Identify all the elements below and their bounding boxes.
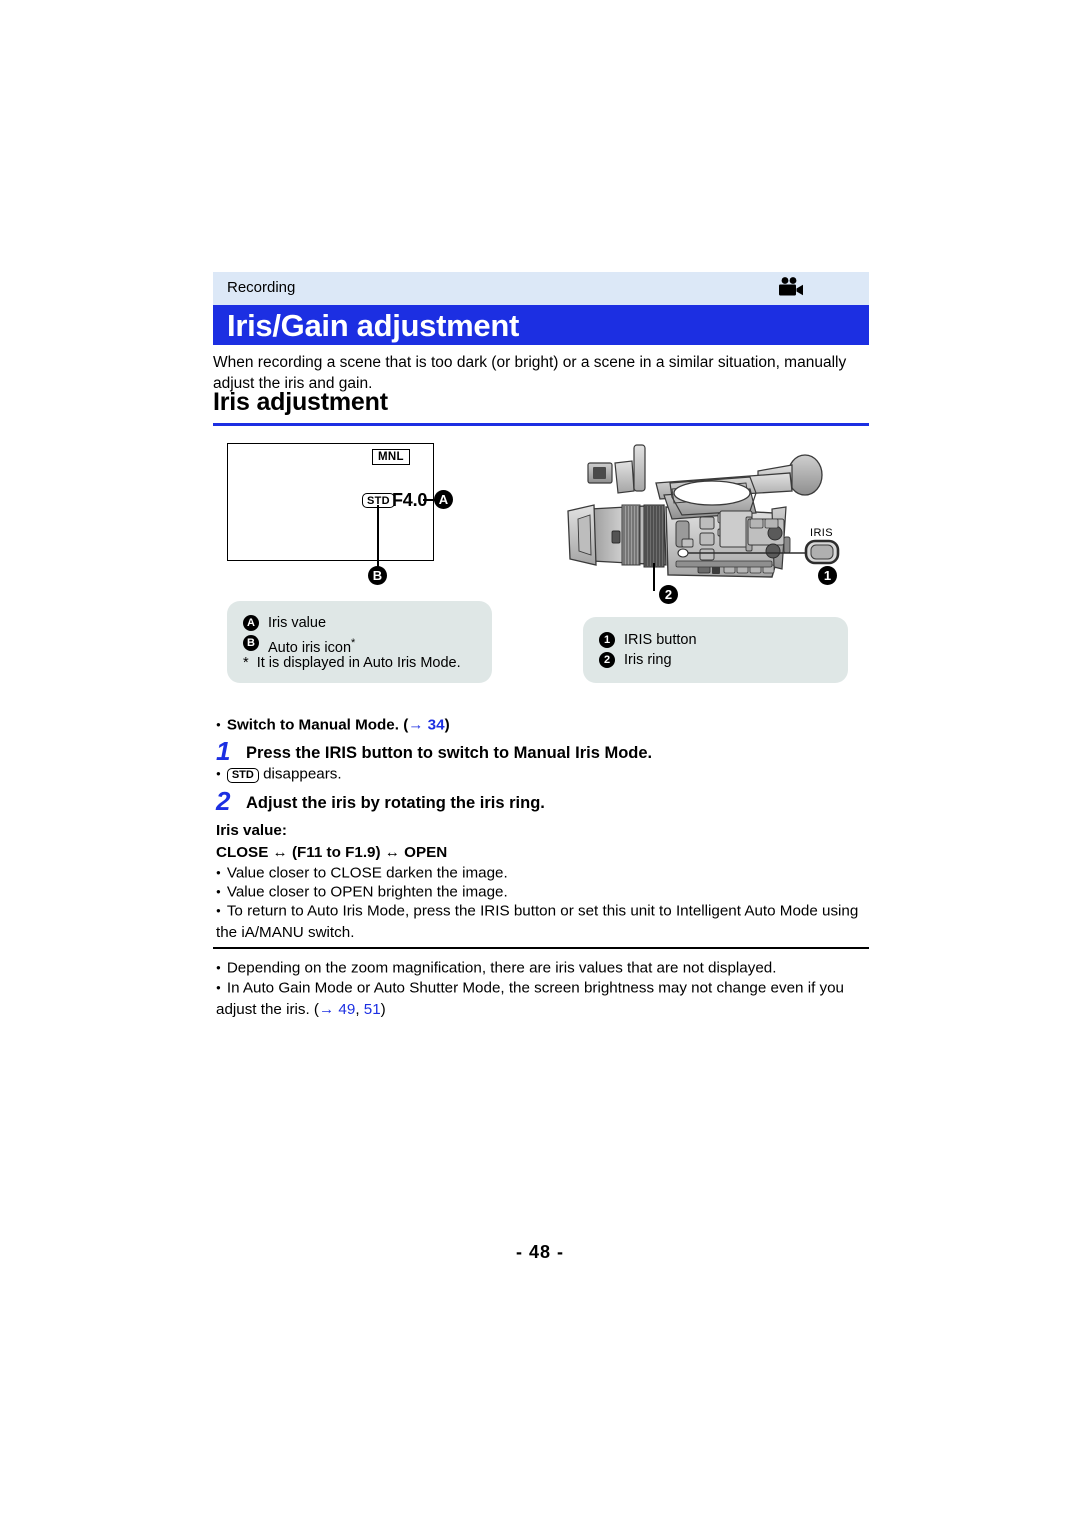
page-title: Iris/Gain adjustment xyxy=(227,308,520,343)
section-title: Iris adjustment xyxy=(213,388,388,416)
callout-b-leader-line xyxy=(377,505,379,567)
legend-text-1: IRIS button xyxy=(624,632,697,648)
legend-mark-1: 1 xyxy=(599,632,615,648)
iris-value-bullet-3: To return to Auto Iris Mode, press the I… xyxy=(216,900,866,943)
iris-button-label: IRIS xyxy=(810,527,833,539)
legend-footnote: * It is displayed in Auto Iris Mode. xyxy=(243,654,461,673)
legend-text-2: Iris ring xyxy=(624,652,672,668)
iris-value-range: CLOSE ↔ (F11 to F1.9) ↔ OPEN xyxy=(216,844,448,861)
note-bullet-1: Depending on the zoom magnification, the… xyxy=(216,957,777,979)
mnl-badge: MNL xyxy=(372,449,410,465)
note-page-ref-51[interactable]: 51 xyxy=(364,1001,381,1018)
prerequisite-page-ref[interactable]: 34 xyxy=(428,717,445,734)
step-1-note-text: disappears. xyxy=(263,765,342,783)
footnote-star: * xyxy=(351,637,356,649)
prerequisite-close: ) xyxy=(444,716,450,734)
step-2-number: 2 xyxy=(216,786,231,816)
legend-box-camera xyxy=(583,617,848,683)
section-divider xyxy=(213,423,869,426)
step-2-text: Adjust the iris by rotating the iris rin… xyxy=(246,794,545,812)
step-1-note: STD disappears. xyxy=(216,763,342,785)
callout-marker-a: A xyxy=(434,490,453,509)
section-header-band xyxy=(213,272,869,305)
iris-value-heading: Iris value: xyxy=(216,822,287,839)
note-bullet-2-text: In Auto Gain Mode or Auto Shutter Mode, … xyxy=(216,979,844,1018)
callout-marker-b: B xyxy=(368,566,387,585)
step-1-text: Press the IRIS button to switch to Manua… xyxy=(246,744,653,762)
legend-footnote-text: It is displayed in Auto Iris Mode. xyxy=(256,655,461,671)
prerequisite-arrow: → xyxy=(408,716,424,734)
note-ref-close: ) xyxy=(380,1000,386,1018)
note-ref-separator: , xyxy=(355,1000,364,1018)
iris-value-display: F4.0 xyxy=(392,490,428,510)
notes-divider xyxy=(213,947,869,949)
callout-marker-2: 2 xyxy=(659,585,678,604)
legend-mark-a: A xyxy=(243,615,259,631)
legend-mark-2: 2 xyxy=(599,652,615,668)
prerequisite-line: Switch to Manual Mode. (→ 34) xyxy=(216,714,450,736)
callout-marker-1: 1 xyxy=(818,566,837,585)
inline-std-badge: STD xyxy=(226,767,259,783)
manual-page: Recording Iris/Gain adjustment When reco… xyxy=(0,0,1080,1526)
legend-text-a: Iris value xyxy=(268,615,327,631)
video-camera-icon xyxy=(778,277,804,297)
note-bullet-2: In Auto Gain Mode or Auto Shutter Mode, … xyxy=(216,977,866,1020)
note-arrow-icon: → xyxy=(318,1000,335,1018)
page-number: - 48 - xyxy=(515,1242,564,1262)
note-page-ref-49[interactable]: 49 xyxy=(338,1001,355,1018)
prerequisite-text: Switch to Manual Mode. ( xyxy=(226,716,409,734)
legend-footnote-mark: * xyxy=(243,655,249,671)
section-header-label: Recording xyxy=(227,279,296,296)
legend-mark-b: B xyxy=(243,635,259,651)
